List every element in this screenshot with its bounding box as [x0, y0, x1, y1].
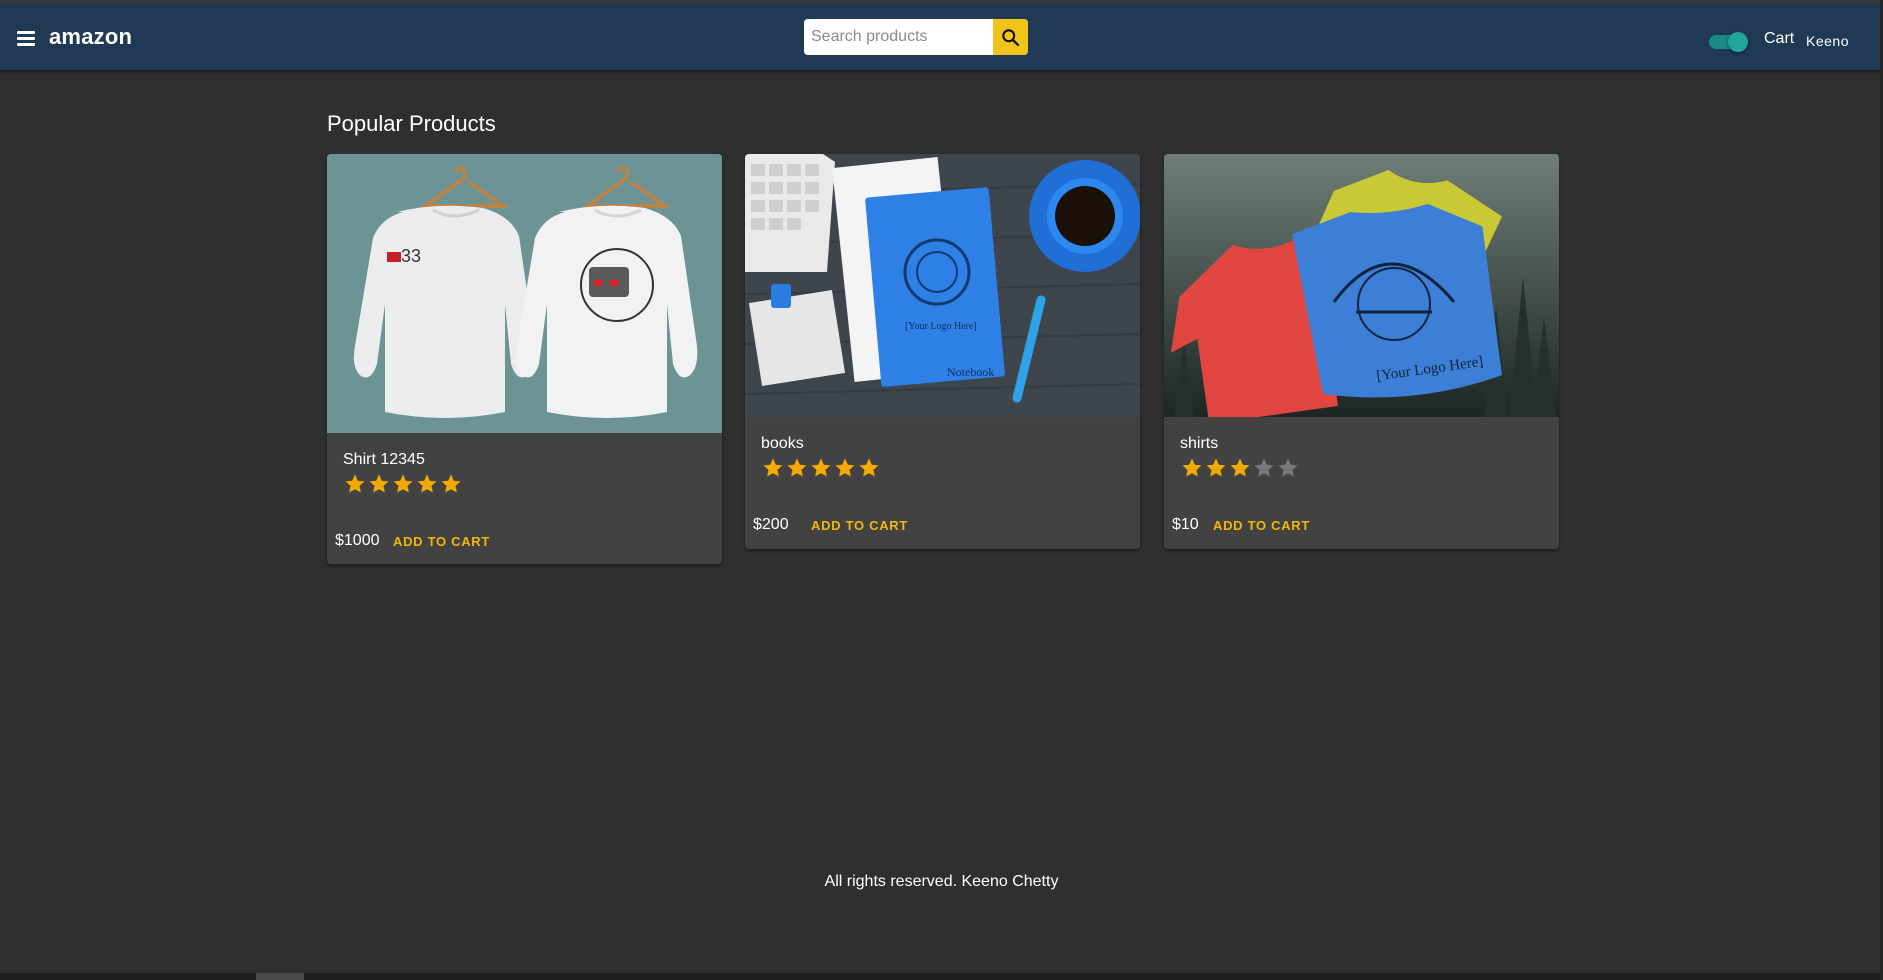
product-name: books	[761, 435, 804, 452]
search-box	[804, 19, 1028, 55]
product-image-tshirts[interactable]: [Your Logo Here]	[1164, 154, 1559, 417]
star-icon	[787, 458, 807, 477]
section-title: Popular Products	[327, 111, 496, 136]
svg-text:[Your Logo Here]: [Your Logo Here]	[905, 321, 977, 332]
product-card: [Your Logo Here] Notebook books $200 ADD…	[745, 154, 1140, 549]
product-price: $1000	[335, 532, 380, 549]
brand-logo[interactable]: amazon	[49, 24, 132, 50]
star-icon	[369, 474, 389, 493]
star-icon	[345, 474, 365, 493]
star-icon	[811, 458, 831, 477]
product-price: $10	[1172, 516, 1199, 533]
search-icon	[1002, 29, 1020, 47]
menu-icon[interactable]	[14, 26, 38, 50]
product-card: 33 Shirt 12345 $1000 ADD TO CART	[327, 154, 722, 564]
product-image-notebook[interactable]: [Your Logo Here] Notebook	[745, 154, 1140, 417]
star-icon	[859, 458, 879, 477]
user-menu[interactable]: Keeno	[1806, 33, 1849, 49]
footer-copyright: All rights reserved. Keeno Chetty	[824, 873, 1059, 890]
star-icon	[1206, 458, 1226, 477]
product-rating	[1180, 456, 1300, 480]
add-to-cart-button[interactable]: ADD TO CART	[1213, 518, 1310, 533]
scrollbar-thumb[interactable]	[256, 973, 304, 980]
add-to-cart-button[interactable]: ADD TO CART	[811, 518, 908, 533]
svg-text:33: 33	[401, 246, 421, 266]
cart-link[interactable]: Cart	[1764, 30, 1794, 48]
product-price: $200	[753, 516, 789, 533]
star-icon	[1230, 458, 1250, 477]
add-to-cart-button[interactable]: ADD TO CART	[393, 534, 490, 549]
svg-text:Notebook: Notebook	[947, 365, 994, 379]
star-empty-icon	[1254, 458, 1274, 477]
star-icon	[441, 474, 461, 493]
star-icon	[393, 474, 413, 493]
search-button[interactable]	[993, 19, 1028, 55]
product-rating	[343, 472, 463, 496]
search-input[interactable]	[804, 19, 993, 55]
toggle-thumb	[1728, 32, 1748, 52]
product-name: shirts	[1180, 435, 1219, 452]
star-icon	[417, 474, 437, 493]
product-card: [Your Logo Here] shirts $10 ADD TO CART	[1164, 154, 1559, 549]
product-rating	[761, 456, 881, 480]
star-icon	[1182, 458, 1202, 477]
star-icon	[835, 458, 855, 477]
product-image-sweatshirt[interactable]: 33	[327, 154, 722, 433]
star-empty-icon	[1278, 458, 1298, 477]
dark-mode-toggle[interactable]	[1709, 32, 1748, 52]
star-icon	[763, 458, 783, 477]
app-bar: amazon Cart Keeno	[0, 4, 1883, 70]
product-name: Shirt 12345	[343, 451, 425, 468]
